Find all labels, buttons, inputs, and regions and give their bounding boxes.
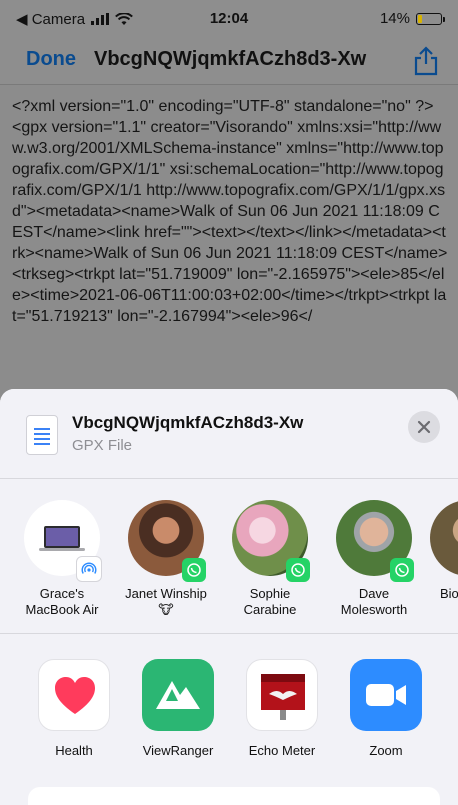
header-divider — [0, 478, 458, 479]
bat-icon — [261, 674, 305, 720]
app-name: ViewRanger — [142, 743, 214, 758]
whatsapp-icon — [390, 558, 414, 582]
xml-content: <?xml version="1.0" encoding="UTF-8" sta… — [12, 98, 448, 325]
status-right: 14% — [379, 10, 445, 27]
status-bar: ◀ Camera 12:04 14% — [0, 0, 458, 40]
close-icon — [417, 420, 431, 434]
share-sheet: VbcgNQWjqmkfACzh8d3-Xw GPX File Grace's … — [0, 389, 458, 805]
apps-row: Health ViewRanger Echo Meter Zoom — [0, 651, 458, 771]
whatsapp-icon — [182, 558, 206, 582]
app-name: Echo Meter — [248, 743, 316, 758]
heart-icon — [55, 677, 95, 714]
avatar — [430, 500, 458, 576]
nav-divider — [0, 84, 458, 85]
person-name: Janet Winship 🐮 — [125, 586, 207, 617]
person-name: Grace's MacBook Air — [25, 586, 99, 617]
whatsapp-icon — [286, 558, 310, 582]
close-button[interactable] — [408, 411, 440, 443]
app-icon — [246, 659, 318, 731]
avatar — [24, 500, 102, 582]
app-health[interactable]: Health — [26, 659, 122, 758]
document-icon — [26, 415, 58, 455]
battery-percent: 14% — [379, 10, 410, 27]
mountains-icon — [156, 681, 200, 709]
app-zoom[interactable]: Zoom — [338, 659, 434, 758]
people-row: Grace's MacBook Air Janet Winship 🐮 Soph… — [0, 484, 458, 634]
actions-list[interactable] — [28, 787, 440, 805]
person-janet-winship[interactable]: Janet Winship 🐮 — [118, 500, 214, 618]
navigation-bar: Done VbcgNQWjqmkfACzh8d3-Xw — [0, 40, 458, 84]
people-divider — [0, 633, 458, 634]
done-button[interactable]: Done — [26, 48, 76, 71]
avatar — [128, 500, 206, 582]
app-viewranger[interactable]: ViewRanger — [130, 659, 226, 758]
airdrop-icon — [76, 556, 102, 582]
avatar — [336, 500, 414, 582]
app-icon — [350, 659, 422, 731]
person-partial[interactable]: Bio — [430, 500, 458, 602]
share-icon[interactable] — [412, 46, 440, 76]
app-name: Health — [55, 743, 93, 758]
file-name: VbcgNQWjqmkfACzh8d3-Xw — [72, 413, 304, 432]
share-sheet-header: VbcgNQWjqmkfACzh8d3-Xw GPX File — [0, 389, 458, 478]
person-grace-macbook[interactable]: Grace's MacBook Air — [14, 500, 110, 618]
battery-icon — [416, 12, 445, 25]
avatar — [232, 500, 310, 582]
person-name: Dave Molesworth — [340, 586, 408, 617]
app-echo-meter[interactable]: Echo Meter — [234, 659, 330, 758]
app-icon — [38, 659, 110, 731]
file-type: GPX File — [72, 437, 133, 454]
person-name: Sophie Carabine — [243, 586, 297, 617]
video-camera-icon — [366, 684, 406, 706]
document-title: VbcgNQWjqmkfACzh8d3-Xw — [94, 48, 367, 70]
app-name: Zoom — [369, 743, 403, 758]
person-name: Bio — [440, 586, 458, 601]
person-dave-molesworth[interactable]: Dave Molesworth — [326, 500, 422, 618]
person-sophie-carabine[interactable]: Sophie Carabine — [222, 500, 318, 618]
app-icon — [142, 659, 214, 731]
